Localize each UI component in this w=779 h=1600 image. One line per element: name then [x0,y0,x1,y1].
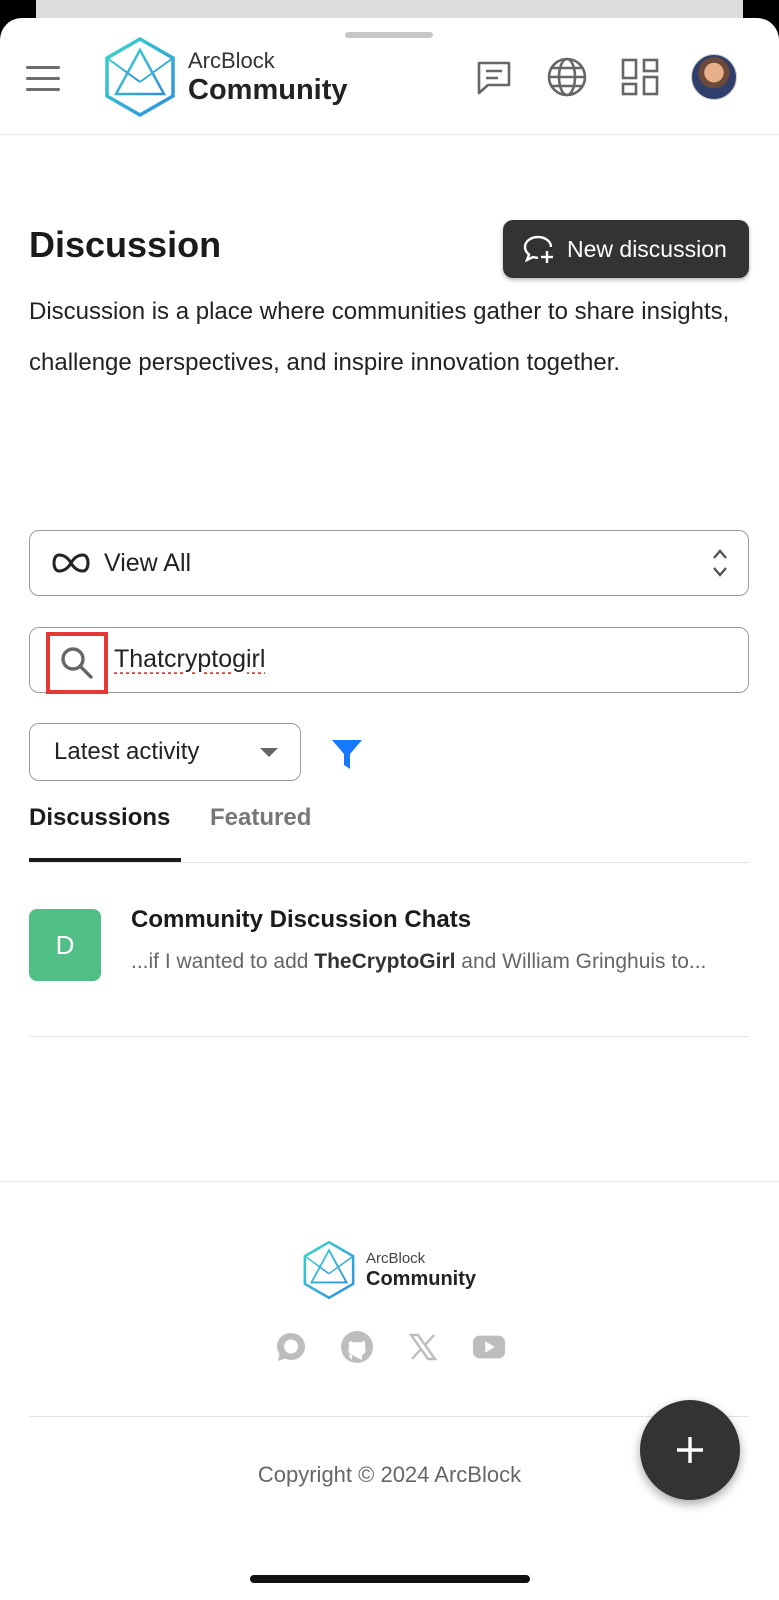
globe-icon[interactable] [544,54,590,100]
youtube-icon[interactable] [472,1330,506,1364]
view-all-label: View All [104,548,192,577]
footer-logo-subtitle: ArcBlock [366,1250,426,1267]
discussion-avatar: D [29,909,101,981]
tab-discussions[interactable]: Discussions [29,804,182,862]
github-icon[interactable] [340,1330,374,1364]
new-discussion-button[interactable]: New discussion [503,220,749,278]
logo-title: Community [188,73,348,106]
top-header: ArcBlock Community [0,18,779,135]
footer-logo[interactable]: ArcBlock Community [302,1240,476,1300]
discussion-title[interactable]: Community Discussion Chats [131,906,471,934]
filter-icon[interactable] [330,737,364,776]
user-avatar[interactable] [691,54,737,100]
menu-icon[interactable] [26,66,60,92]
page-title: Discussion [29,224,222,265]
sort-label: Latest activity [54,738,200,765]
apps-icon[interactable] [617,54,663,100]
sort-select[interactable]: Latest activity [29,723,301,781]
logo-subtitle: ArcBlock [188,47,275,73]
discourse-icon[interactable] [274,1330,308,1364]
add-chat-icon [523,235,553,263]
excerpt-highlight: TheCryptoGirl [314,950,456,973]
chevron-down-icon [260,748,278,757]
x-icon[interactable] [406,1330,440,1364]
home-indicator[interactable] [250,1575,530,1583]
footer-divider [0,1181,779,1182]
search-icon[interactable] [46,632,108,694]
search-input[interactable] [114,640,714,678]
plus-icon [677,1437,703,1463]
page-description: Discussion is a place where communities … [29,298,730,376]
search-box [29,627,749,694]
footer-logo-title: Community [366,1268,476,1290]
footer-divider-2 [29,1416,749,1417]
header-logo[interactable]: ArcBlock Community [104,36,348,118]
view-all-select[interactable]: View All [29,530,749,596]
chat-icon[interactable] [471,54,517,100]
arcblock-logo-icon [303,1240,355,1300]
social-links [274,1330,538,1364]
new-discussion-label: New discussion [567,235,727,262]
infinity-icon [52,553,90,573]
discussion-tabs: Discussions Featured [29,804,749,863]
select-arrows-icon [713,549,727,577]
arcblock-logo-icon [105,36,175,118]
discussion-excerpt: ...if I wanted to add TheCryptoGirl and … [131,948,731,975]
tab-featured[interactable]: Featured [210,804,311,832]
excerpt-before: ...if I wanted to add [131,950,315,973]
discussion-list-item[interactable]: D Community Discussion Chats ...if I wan… [29,886,749,1037]
app-sheet: ArcBlock Community Discussion New discus… [0,18,779,1600]
excerpt-after: and William Gringhuis to... [455,950,707,973]
add-floating-button[interactable] [640,1400,740,1500]
